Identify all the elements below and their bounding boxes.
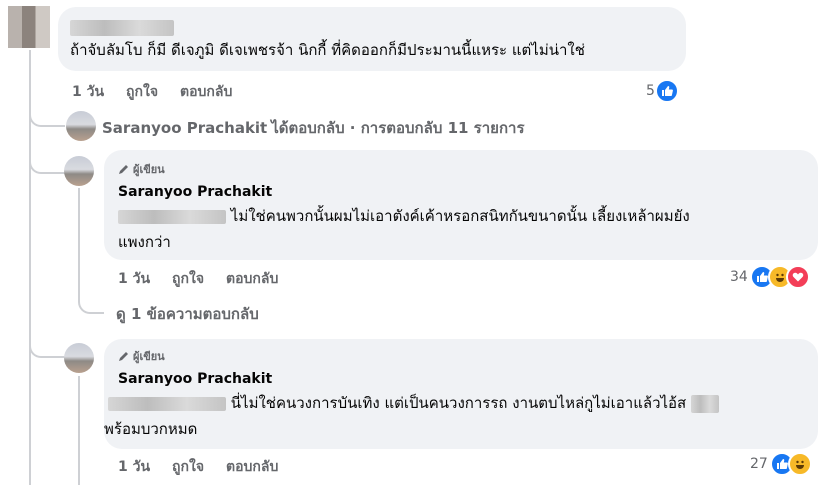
reply-time[interactable]: 1 วัน bbox=[118, 268, 150, 290]
comment-actions: 1 วัน ถูกใจ ตอบกลับ bbox=[72, 81, 232, 103]
summary-name: Saranyoo Prachakit bbox=[102, 119, 268, 137]
reply-time[interactable]: 1 วัน bbox=[118, 456, 150, 478]
thread-connector-summary bbox=[29, 100, 65, 127]
summary-text: ได้ตอบกลับ · การตอบกลับ 11 รายการ bbox=[271, 119, 525, 137]
reply-text-line1: ไม่ใช่คนพวกนั้นผมไม่เอาตังค์เค้าหรอกสนิท… bbox=[118, 203, 690, 229]
avatar[interactable] bbox=[66, 111, 96, 141]
reply-text-line2: พร้อมบวกหมด bbox=[104, 420, 198, 438]
reply-text-line1: นี่ไม่ใช่คนวงการบันเทิง แต่เป็นคนวงการรถ… bbox=[108, 390, 719, 416]
redacted-mention bbox=[108, 396, 226, 411]
reply-text-line2: แพงกว่า bbox=[118, 233, 171, 251]
haha-reaction-icon bbox=[787, 452, 812, 476]
redacted-mention bbox=[118, 209, 226, 224]
author-badge: ผู้เขียน bbox=[118, 347, 165, 365]
comment-time[interactable]: 1 วัน bbox=[72, 81, 104, 103]
reply-actions: 1 วัน ถูกใจ ตอบกลับ bbox=[118, 268, 278, 290]
like-button[interactable]: ถูกใจ bbox=[172, 268, 204, 290]
pencil-icon bbox=[119, 352, 128, 361]
pencil-icon bbox=[119, 165, 128, 174]
avatar[interactable] bbox=[8, 6, 50, 48]
thread-connector-reply1 bbox=[29, 150, 65, 174]
avatar[interactable] bbox=[64, 156, 94, 186]
like-reaction-icon bbox=[654, 79, 679, 103]
reply-author-name[interactable]: Saranyoo Prachakit bbox=[118, 184, 272, 200]
view-replies-link[interactable]: ดู 1 ข้อความตอบกลับ bbox=[116, 302, 259, 326]
redacted-text bbox=[691, 394, 719, 413]
reply-button[interactable]: ตอบกลับ bbox=[226, 456, 278, 478]
reply-actions: 1 วัน ถูกใจ ตอบกลับ bbox=[118, 456, 278, 478]
like-button[interactable]: ถูกใจ bbox=[172, 456, 204, 478]
reply-bubble: ผู้เขียน Saranyoo Prachakit นี่ไม่ใช่คนว… bbox=[104, 339, 818, 449]
reaction-count[interactable]: 27 bbox=[750, 452, 812, 476]
comment-bubble: ถ้าจับลัมโบ ก็มี ดีเจภูมิ ดีเจเพชรจ้า นิ… bbox=[58, 7, 686, 71]
avatar[interactable] bbox=[64, 343, 94, 373]
thread-connector-view-replies bbox=[78, 290, 104, 314]
author-badge: ผู้เขียน bbox=[118, 160, 165, 178]
thread-connector-reply2 bbox=[29, 330, 65, 358]
reply-button[interactable]: ตอบกลับ bbox=[226, 268, 278, 290]
reply-button[interactable]: ตอบกลับ bbox=[180, 81, 232, 103]
comment-text: ถ้าจับลัมโบ ก็มี ดีเจภูมิ ดีเจเพชรจ้า นิ… bbox=[70, 41, 585, 59]
replies-summary-link[interactable]: Saranyoo Prachakit ได้ตอบกลับ · การตอบกล… bbox=[102, 116, 525, 140]
reaction-count[interactable]: 5 bbox=[646, 79, 679, 103]
thread-line-reply2 bbox=[78, 376, 80, 485]
commenter-name-redacted[interactable] bbox=[70, 17, 174, 36]
reply-bubble: ผู้เขียน Saranyoo Prachakit ไม่ใช่คนพวกน… bbox=[104, 150, 818, 260]
reply-author-name[interactable]: Saranyoo Prachakit bbox=[118, 371, 272, 387]
thread-line-reply1 bbox=[78, 188, 80, 296]
like-button[interactable]: ถูกใจ bbox=[126, 81, 158, 103]
love-reaction-icon bbox=[785, 265, 810, 289]
reaction-count[interactable]: 34 bbox=[730, 265, 810, 289]
